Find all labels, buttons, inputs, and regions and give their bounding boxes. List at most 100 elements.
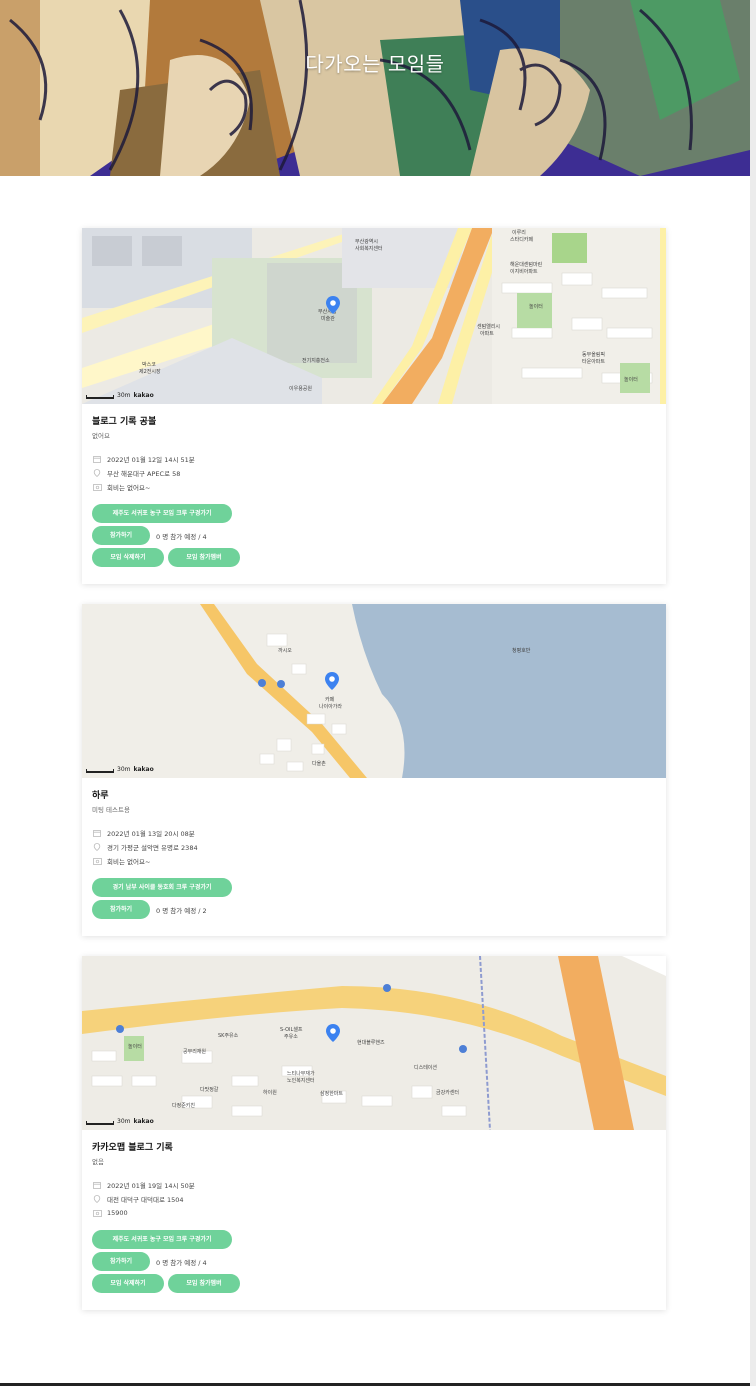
svg-text:나이아가라: 나이아가라 (319, 703, 342, 710)
svg-text:다올촌: 다올촌 (312, 760, 326, 767)
participant-count: 0 명 참가 예정 / 2 (156, 906, 207, 915)
delete-meeting-button[interactable]: 모임 삭제하기 (92, 1274, 164, 1293)
calendar-icon (92, 454, 102, 464)
calendar-icon (92, 1180, 102, 1190)
svg-text:미술관: 미술관 (321, 315, 335, 322)
svg-text:하이원: 하이원 (263, 1089, 277, 1096)
participant-count: 0 명 참가 예정 / 4 (156, 532, 207, 541)
meeting-info: 블로그 기록 공볼 없어요 2022년 01월 12일 14시 51분 부산 해… (82, 404, 666, 577)
scrollbar[interactable] (750, 0, 756, 1386)
meeting-map[interactable]: 부산광역시 사회복지센터 이루리 스타디카페 해운대센텀마린 이지비아파트 센텀엘리시… (82, 228, 666, 404)
meeting-fee: 회비는 없어요~ (107, 858, 151, 866)
svg-text:놀이터: 놀이터 (128, 1043, 142, 1050)
meeting-meta: 2022년 01월 13일 20시 08분 경기 가평군 설악면 유명로 238… (92, 826, 656, 868)
svg-text:타운아파트: 타운아파트 (582, 358, 605, 365)
meeting-card: SK주유소 S-OIL셀프 주유소 현대블루핸즈 공무리재원 느티나무재가 노인복지… (82, 956, 666, 1310)
map-tiles: 부산광역시사회복지센터 이루리스타디카페 해운대센텀마린이지비아파트 센텀엘리시… (82, 228, 666, 404)
meeting-fee: 15900 (107, 1209, 128, 1217)
meeting-description: 미팅 테스트용 (92, 806, 130, 814)
svg-text:금강카센터: 금강카센터 (436, 1089, 459, 1096)
page-title: 다가오는 모임들 (305, 52, 445, 76)
map-scale: 30m kakao (86, 392, 154, 399)
location-icon (92, 468, 102, 478)
meeting-meta: 2022년 01월 19일 14시 50분 대전 대덕구 대덕대로 1504 1… (92, 1178, 656, 1220)
map-logo: kakao (133, 392, 154, 399)
meeting-info: 카카오맵 블로그 기록 없음 2022년 01월 19일 14시 50분 대전 … (82, 1130, 666, 1303)
money-icon (92, 856, 102, 866)
meeting-datetime: 2022년 01월 19일 14시 50분 (107, 1182, 195, 1190)
meeting-address: 경기 가평군 설악면 유명로 2384 (107, 844, 198, 852)
map-scale-label: 30m (117, 766, 131, 773)
hero-illustration (0, 0, 750, 176)
meeting-address: 부산 해운대구 APEC로 58 (107, 470, 181, 478)
map-scale-label: 30m (117, 1118, 131, 1125)
svg-text:사회복지센터: 사회복지센터 (355, 245, 383, 252)
map-scale-label: 30m (117, 392, 131, 399)
svg-text:다정준키친: 다정준키친 (172, 1102, 195, 1109)
svg-text:까시오: 까시오 (278, 647, 292, 654)
svg-text:디스테이션: 디스테이션 (414, 1064, 437, 1071)
location-icon (92, 842, 102, 852)
svg-text:SK주유소: SK주유소 (218, 1033, 239, 1039)
join-button[interactable]: 참가하기 (92, 900, 150, 919)
meeting-datetime: 2022년 01월 12일 14시 51분 (107, 456, 195, 464)
svg-text:놀이터: 놀이터 (529, 303, 543, 310)
delete-meeting-button[interactable]: 모임 삭제하기 (92, 548, 164, 567)
svg-text:현대블루핸즈: 현대블루핸즈 (357, 1039, 385, 1046)
svg-text:S-OIL셀프: S-OIL셀프 (280, 1026, 303, 1033)
hero-banner: 다가오는 모임들 (0, 0, 750, 176)
svg-text:아파트: 아파트 (480, 330, 494, 337)
meeting-card: 부산광역시 사회복지센터 이루리 스타디카페 해운대센텀마린 이지비아파트 센텀엘리시… (82, 228, 666, 584)
svg-text:느티나무재가: 느티나무재가 (287, 1070, 315, 1077)
meeting-datetime: 2022년 01월 13일 20시 08분 (107, 830, 195, 838)
location-icon (92, 1194, 102, 1204)
svg-text:전기지충전소: 전기지충전소 (302, 357, 330, 364)
map-logo: kakao (133, 766, 154, 773)
meeting-fee: 회비는 없어요~ (107, 484, 151, 492)
meeting-info: 하루 미팅 테스트용 2022년 01월 13일 20시 08분 경기 가평군 … (82, 778, 666, 929)
meeting-title: 블로그 기록 공볼 (92, 417, 157, 427)
svg-text:해운대센텀마린: 해운대센텀마린 (510, 261, 543, 268)
money-icon (92, 482, 102, 492)
meeting-title: 카카오맵 블로그 기록 (92, 1143, 173, 1153)
svg-text:박스코: 박스코 (142, 361, 156, 368)
meeting-description: 없음 (92, 1158, 104, 1166)
meeting-address: 대전 대덕구 대덕대로 1504 (107, 1196, 184, 1204)
location-pin-icon (326, 296, 340, 314)
map-scale: 30m kakao (86, 1118, 154, 1125)
join-button[interactable]: 참가하기 (92, 526, 150, 545)
svg-text:스타디카페: 스타디카페 (510, 236, 533, 243)
meeting-members-button[interactable]: 모임 참가멤버 (168, 548, 240, 567)
crew-visit-button[interactable]: 제주도 서귀포 농구 모임 크루 구경가기 (92, 1230, 232, 1249)
svg-text:이우용공원: 이우용공원 (289, 385, 312, 392)
svg-text:부산광역시: 부산광역시 (355, 238, 378, 245)
svg-text:센텀엘리시: 센텀엘리시 (477, 323, 500, 330)
svg-text:놀이터: 놀이터 (624, 376, 638, 383)
join-button[interactable]: 참가하기 (92, 1252, 150, 1271)
location-pin-icon (325, 672, 339, 690)
svg-text:동부올림픽: 동부올림픽 (582, 351, 605, 358)
svg-text:주유소: 주유소 (284, 1034, 298, 1040)
svg-text:삼정한마트: 삼정한마트 (320, 1090, 343, 1097)
svg-text:이루리: 이루리 (512, 229, 526, 236)
crew-visit-button[interactable]: 경기 남부 사이클 동호회 크루 구경가기 (92, 878, 232, 897)
map-tiles: SK주유소 S-OIL셀프주유소 현대블루핸즈 공무리재원 느티나무재가노인복지… (82, 956, 666, 1130)
svg-text:제2전시장: 제2전시장 (139, 368, 161, 375)
svg-text:공무리재원: 공무리재원 (183, 1048, 206, 1055)
map-tiles: 까시오 카페나이아가라 청평호반 다올촌 (82, 604, 666, 778)
svg-text:다맛정갈: 다맛정갈 (200, 1086, 219, 1093)
location-pin-icon (326, 1024, 340, 1042)
crew-visit-button[interactable]: 제주도 서귀포 농구 모임 크루 구경가기 (92, 504, 232, 523)
map-scale: 30m kakao (86, 766, 154, 773)
meeting-map[interactable]: 까시오 카페 나이아가라 청평호반 다올촌 30m kakao (82, 604, 666, 778)
svg-text:청평호반: 청평호반 (512, 647, 531, 654)
meeting-title: 하루 (92, 791, 109, 801)
map-logo: kakao (133, 1118, 154, 1125)
meeting-map[interactable]: SK주유소 S-OIL셀프 주유소 현대블루핸즈 공무리재원 느티나무재가 노인복지… (82, 956, 666, 1130)
meeting-meta: 2022년 01월 12일 14시 51분 부산 해운대구 APEC로 58 회… (92, 452, 656, 494)
meeting-members-button[interactable]: 모임 참가멤버 (168, 1274, 240, 1293)
svg-text:이지비아파트: 이지비아파트 (510, 268, 538, 275)
svg-text:카페: 카페 (325, 696, 335, 703)
participant-count: 0 명 참가 예정 / 4 (156, 1258, 207, 1267)
calendar-icon (92, 828, 102, 838)
